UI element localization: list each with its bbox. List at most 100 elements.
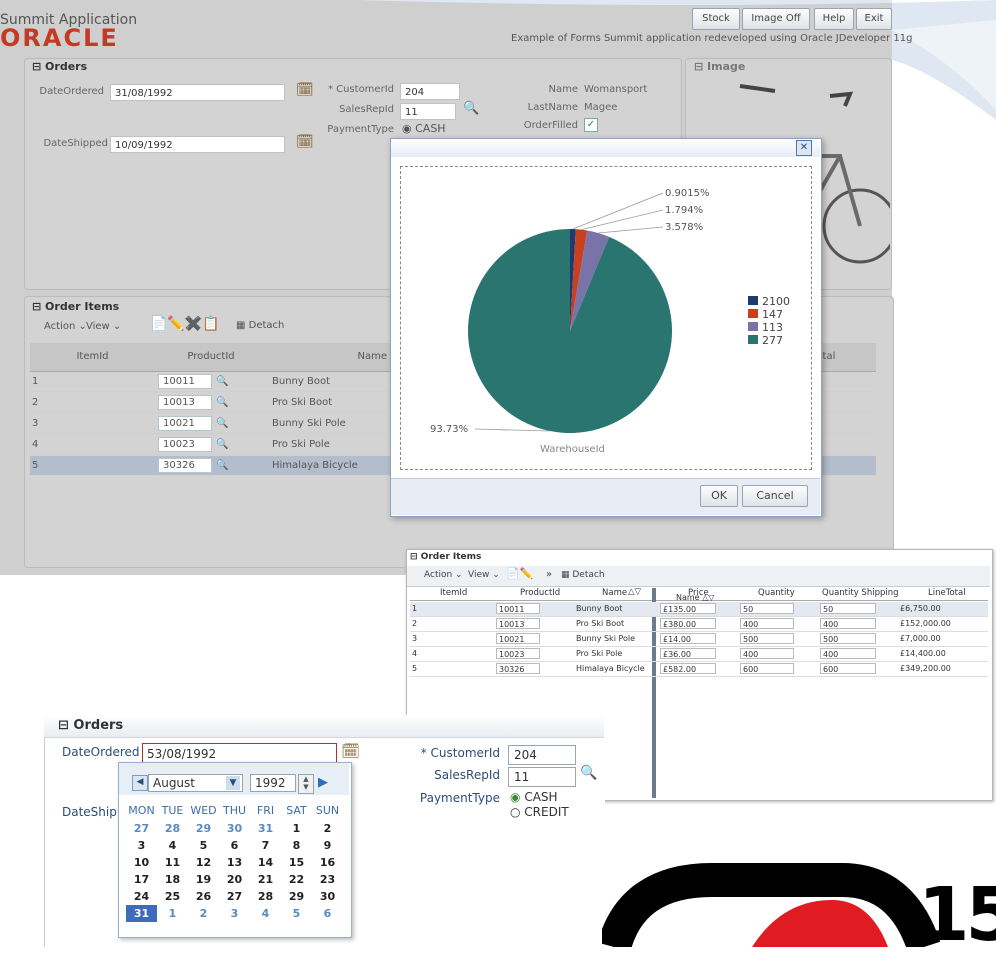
calendar-day[interactable]: 3 <box>219 905 250 922</box>
calendar-day[interactable]: 14 <box>250 854 281 871</box>
cell-pid[interactable]: 10013 <box>496 618 540 629</box>
cell-productid[interactable]: 10021 <box>158 416 212 431</box>
calendar-day[interactable]: 6 <box>312 905 343 922</box>
view-menu[interactable]: View ⌄ <box>468 570 500 580</box>
search-icon[interactable]: 🔍 <box>216 393 228 412</box>
column-header-qty-shipping[interactable]: Quantity Shipping <box>822 588 899 598</box>
payment-credit-radio[interactable]: ○ CREDIT <box>510 805 569 819</box>
year-spinner[interactable]: ▲ ▼ <box>298 774 314 794</box>
order-items-header[interactable]: ⊟ Order Items <box>32 300 119 313</box>
cell-qship[interactable]: 600 <box>820 663 876 674</box>
calendar-day[interactable]: 27 <box>219 888 250 905</box>
calendar-day[interactable]: 29 <box>188 820 219 837</box>
calendar-day[interactable]: 19 <box>188 871 219 888</box>
prev-month-icon[interactable]: ◀ <box>132 775 148 791</box>
ok-button[interactable]: OK <box>700 485 738 507</box>
pie-slice[interactable] <box>467 229 672 434</box>
cell-productid[interactable]: 10023 <box>158 437 212 452</box>
cell-productid[interactable]: 10013 <box>158 395 212 410</box>
calendar-day[interactable]: 4 <box>157 837 188 854</box>
calendar-day[interactable]: 5 <box>188 837 219 854</box>
toolbar-icons[interactable]: 📄✏️✖️📋 <box>150 316 220 332</box>
calendar-day[interactable]: 10 <box>126 854 157 871</box>
orders2-header[interactable]: ⊟ Orders <box>58 718 123 733</box>
cell-qty[interactable]: 500 <box>740 633 794 644</box>
calendar-icon[interactable]: 🗓 <box>296 134 314 150</box>
exit-button[interactable]: Exit <box>856 8 892 30</box>
cell-pid[interactable]: 10021 <box>496 633 540 644</box>
search-icon[interactable]: 🔍 <box>216 372 228 391</box>
cell-productid[interactable]: 30326 <box>158 458 212 473</box>
calendar-day[interactable]: 7 <box>250 837 281 854</box>
calendar-day[interactable]: 31 <box>250 820 281 837</box>
action-menu[interactable]: Action ⌄ <box>424 570 463 580</box>
payment-cash-radio[interactable]: ◉ CASH <box>510 790 558 804</box>
calendar-icon[interactable]: 🗓 <box>341 742 360 760</box>
calendar-day[interactable]: 2 <box>312 820 343 837</box>
search-icon[interactable]: 🔍 <box>216 456 228 475</box>
cell-price[interactable]: £380.00 <box>660 618 716 629</box>
cell-price[interactable]: £36.00 <box>660 648 716 659</box>
detach-button[interactable]: ▦ Detach <box>561 570 605 580</box>
calendar-day[interactable]: 2 <box>188 905 219 922</box>
cell-pid[interactable]: 30326 <box>496 663 540 674</box>
cell-qship[interactable]: 500 <box>820 633 876 644</box>
calendar-day[interactable]: 8 <box>281 837 312 854</box>
calendar-day[interactable]: 3 <box>126 837 157 854</box>
cell-price[interactable]: £135.00 <box>660 603 716 614</box>
cell-productid[interactable]: 10011 <box>158 374 212 389</box>
calendar-day[interactable]: 16 <box>312 854 343 871</box>
calendar-day[interactable]: 22 <box>281 871 312 888</box>
column-header-name[interactable]: Name <box>602 588 627 598</box>
calendar-day[interactable]: 9 <box>312 837 343 854</box>
cell-pid[interactable]: 10011 <box>496 603 540 614</box>
close-icon[interactable]: ✕ <box>796 140 812 156</box>
calendar-day[interactable]: 18 <box>157 871 188 888</box>
toolbar-icons[interactable]: 📄✏️ <box>506 567 533 580</box>
chevron-down-icon[interactable]: ▼ <box>226 776 240 790</box>
calendar-day[interactable]: 26 <box>188 888 219 905</box>
next-month-icon[interactable]: ▶ <box>318 775 328 790</box>
orderfilled-checkbox[interactable]: ✓ <box>584 118 598 132</box>
calendar-day[interactable]: 21 <box>250 871 281 888</box>
action-menu[interactable]: Action ⌄ <box>44 321 87 332</box>
search-icon[interactable]: 🔍 <box>216 414 228 433</box>
image-header[interactable]: ⊟ Image <box>694 60 745 73</box>
more-icon[interactable]: » <box>546 569 552 580</box>
customer-field[interactable]: 204 <box>400 83 460 100</box>
date-ordered-field[interactable]: 31/08/1992 <box>110 84 285 101</box>
help-button[interactable]: Help <box>814 8 854 30</box>
detach-button[interactable]: ▦ Detach <box>236 320 284 331</box>
cell-qty[interactable]: 400 <box>740 618 794 629</box>
calendar-day[interactable]: 20 <box>219 871 250 888</box>
calendar-day[interactable]: 17 <box>126 871 157 888</box>
sort-icon[interactable]: △▽ <box>628 587 641 597</box>
column-header-linetotal[interactable]: LineTotal <box>928 588 966 598</box>
calendar-day[interactable]: 29 <box>281 888 312 905</box>
cell-qty[interactable]: 50 <box>740 603 794 614</box>
column-header-productid[interactable]: ProductId <box>520 588 560 598</box>
column-header-productid[interactable]: ProductId <box>155 351 267 362</box>
cancel-button[interactable]: Cancel <box>742 485 808 507</box>
calendar-day[interactable]: 5 <box>281 905 312 922</box>
date-shipped-field[interactable]: 10/09/1992 <box>110 136 285 153</box>
table-row[interactable]: 1 10011 Bunny Boot £135.00 50 50 £6,750.00 <box>410 602 988 617</box>
calendar-day[interactable]: 4 <box>250 905 281 922</box>
customer2-field[interactable]: 204 <box>508 745 576 765</box>
calendar-day[interactable]: 27 <box>126 820 157 837</box>
calendar-day[interactable]: 25 <box>157 888 188 905</box>
calendar-day[interactable]: 6 <box>219 837 250 854</box>
calendar-day[interactable]: 15 <box>281 854 312 871</box>
calendar-day[interactable]: 30 <box>219 820 250 837</box>
table-row[interactable]: 3 10021 Bunny Ski Pole £14.00 500 500 £7,000.0… <box>410 632 988 647</box>
order-items2-header[interactable]: ⊟ Order Items <box>410 552 481 562</box>
date-ordered2-field[interactable]: 53/08/1992 <box>142 743 337 764</box>
calendar-day[interactable]: 24 <box>126 888 157 905</box>
cell-qship[interactable]: 50 <box>820 603 876 614</box>
cell-qty[interactable]: 400 <box>740 648 794 659</box>
cell-qship[interactable]: 400 <box>820 618 876 629</box>
table-row[interactable]: 2 10013 Pro Ski Boot £380.00 400 400 £152,000.… <box>410 617 988 632</box>
payment-cash-radio[interactable]: ◉ CASH <box>402 122 446 135</box>
column-header-itemid[interactable]: ItemId <box>440 588 467 598</box>
calendar-day[interactable]: 30 <box>312 888 343 905</box>
